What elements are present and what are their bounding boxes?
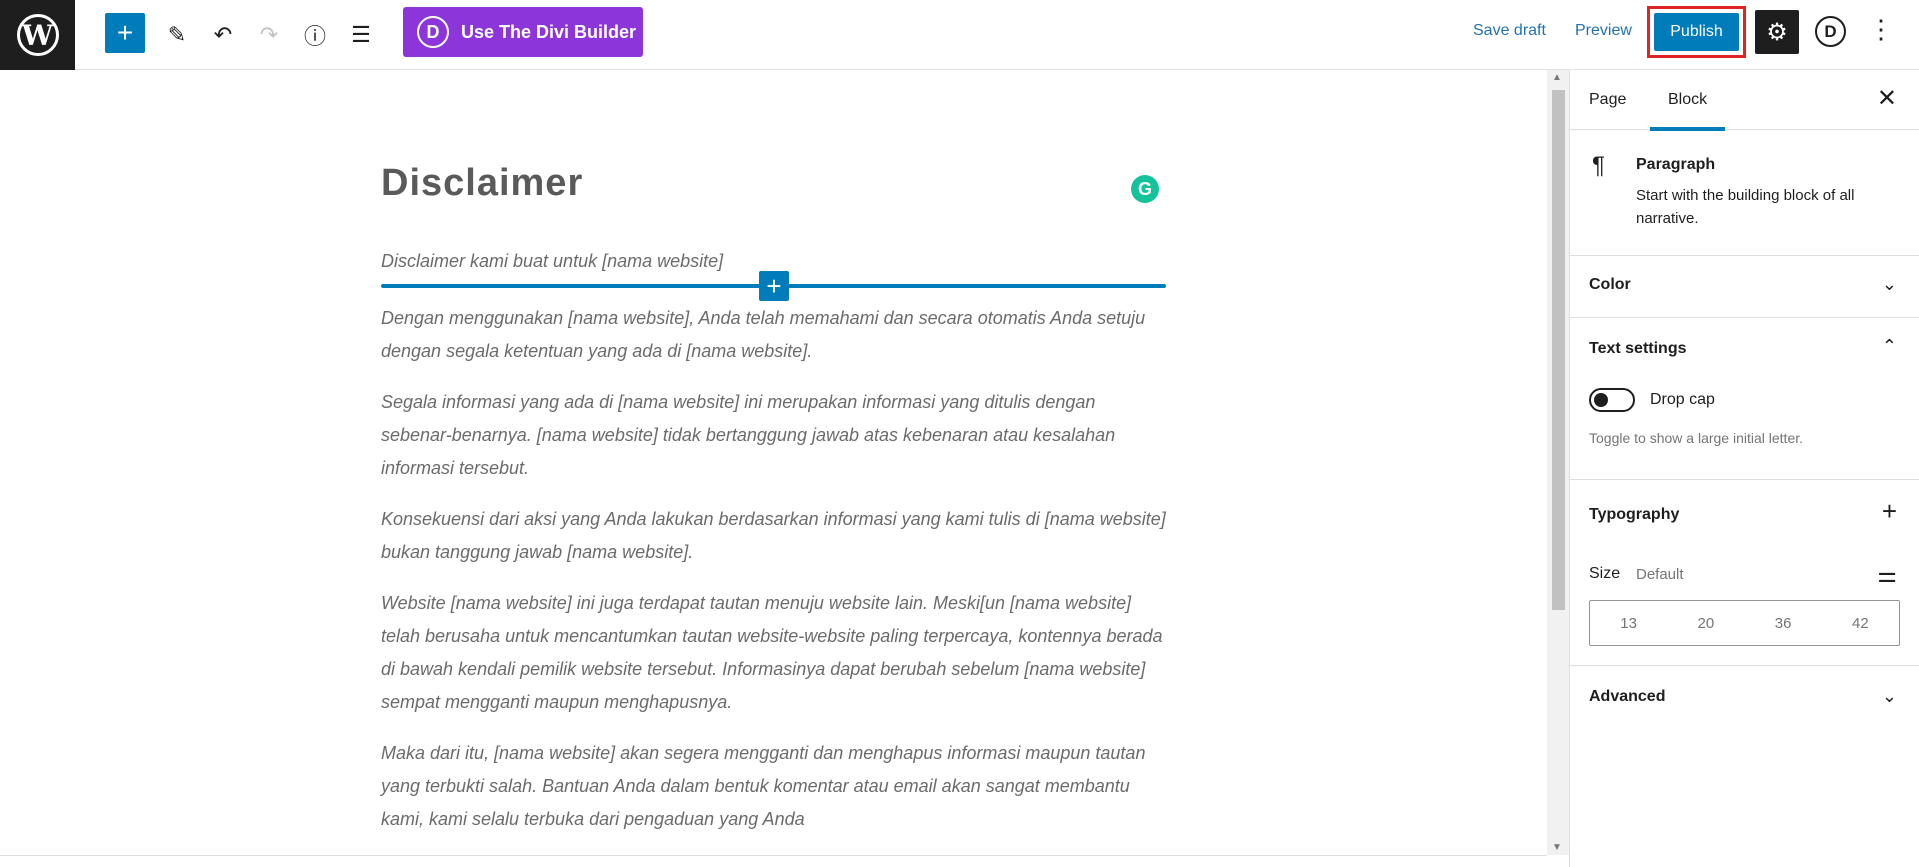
font-size-option[interactable]: 20 [1667,601,1744,645]
gear-icon: ⚙ [1766,18,1788,46]
paragraph-icon: ¶ [1592,152,1605,179]
add-block-button[interactable]: + [105,13,145,53]
text-settings-panel: Text settings ⌃ Drop cap Toggle to show … [1570,318,1919,480]
preview-button[interactable]: Preview [1575,22,1632,40]
paragraph-block[interactable]: Segala informasi yang ada di [nama websi… [381,386,1166,485]
advanced-title: Advanced [1589,688,1666,705]
block-inserter-line: + [381,271,1166,301]
paragraph-block[interactable]: Konsekuensi dari aksi yang Anda lakukan … [381,503,1166,569]
font-size-option[interactable]: 36 [1745,601,1822,645]
undo-button[interactable]: ↶ [203,15,243,55]
editor-header: W + ✎ ↶ ↷ ⓘ ☰ D Use The Divi Builder Sav… [0,0,1919,70]
inline-inserter-button[interactable]: + [759,271,789,301]
details-button[interactable]: ⓘ [295,15,335,55]
block-name: Paragraph [1636,156,1716,173]
size-label: Size [1589,565,1621,582]
drop-cap-help: Toggle to show a large initial letter. [1589,430,1804,446]
publish-button[interactable]: Publish [1654,13,1739,51]
post-title[interactable]: Disclaimer [381,162,583,205]
typography-panel: Typography + Size Default ⚌ 13 20 36 42 [1570,480,1919,666]
scroll-down-icon[interactable]: ▼ [1552,842,1562,853]
font-size-option[interactable]: 42 [1822,601,1899,645]
chevron-down-icon: ⌄ [1881,686,1897,706]
paragraph-block[interactable]: Maka dari itu, [nama website] akan seger… [381,737,1166,836]
editor-canvas[interactable]: Disclaimer G Disclaimer kami buat untuk … [0,70,1547,855]
options-button[interactable]: ⋮ [1868,14,1894,45]
info-icon: ⓘ [303,24,326,49]
drop-cap-label: Drop cap [1650,391,1715,408]
settings-button[interactable]: ⚙ [1755,10,1799,54]
color-panel[interactable]: Color ⌄ [1570,256,1919,318]
save-draft-button[interactable]: Save draft [1473,22,1546,40]
tab-page[interactable]: Page [1589,70,1626,130]
status-bar [0,855,1547,867]
divi-toggle-button[interactable]: D [1815,16,1846,47]
typography-options-icon[interactable]: + [1882,496,1897,527]
plus-icon: + [116,17,134,48]
paragraph-block[interactable]: Dengan menggunakan [nama website], Anda … [381,302,1166,368]
tools-button[interactable]: ✎ [157,15,197,55]
size-default-value: Default [1636,566,1684,583]
more-vertical-icon: ⋮ [1868,14,1894,44]
text-settings-title[interactable]: Text settings [1589,340,1687,358]
grammarly-icon[interactable]: G [1131,175,1159,203]
scrollbar-thumb[interactable] [1552,90,1565,610]
divi-builder-label: Use The Divi Builder [461,21,637,42]
sidebar-tabs: Page Block ✕ [1570,70,1919,131]
font-size-option[interactable]: 13 [1590,601,1667,645]
block-card: ¶ Paragraph Start with the building bloc… [1570,130,1919,256]
typography-title: Typography [1589,506,1680,523]
pencil-icon: ✎ [167,22,187,47]
redo-icon: ↷ [259,22,279,47]
advanced-panel[interactable]: Advanced ⌄ [1570,666,1919,728]
color-panel-title: Color [1589,276,1631,293]
publish-highlight: Publish [1647,6,1746,58]
chevron-up-icon[interactable]: ⌃ [1882,336,1897,357]
editor-scrollbar[interactable]: ▲ ▼ [1547,70,1569,855]
list-view-button[interactable]: ☰ [341,15,381,55]
scroll-up-icon[interactable]: ▲ [1552,72,1562,83]
redo-button[interactable]: ↷ [249,15,289,55]
post-content: Disclaimer kami buat untuk [nama website… [381,245,1166,854]
settings-sidebar: Page Block ✕ ¶ Paragraph Start with the … [1569,70,1919,867]
tab-block[interactable]: Block [1650,70,1726,131]
chevron-down-icon: ⌄ [1881,274,1897,294]
divi-logo-icon: D [417,16,449,48]
paragraph-block[interactable]: Website [nama website] ini juga terdapat… [381,587,1166,719]
drop-cap-toggle[interactable] [1589,388,1635,412]
undo-icon: ↶ [213,22,233,47]
wordpress-logo-button[interactable]: W [0,0,75,70]
divi-builder-button[interactable]: D Use The Divi Builder [403,7,643,57]
list-view-icon: ☰ [351,22,371,47]
font-size-picker: 13 20 36 42 [1589,600,1900,646]
block-description: Start with the building block of all nar… [1636,187,1855,227]
plus-icon: + [766,270,782,301]
custom-size-icon[interactable]: ⚌ [1877,562,1897,588]
wordpress-icon: W [16,14,59,56]
close-sidebar-icon[interactable]: ✕ [1877,84,1897,113]
